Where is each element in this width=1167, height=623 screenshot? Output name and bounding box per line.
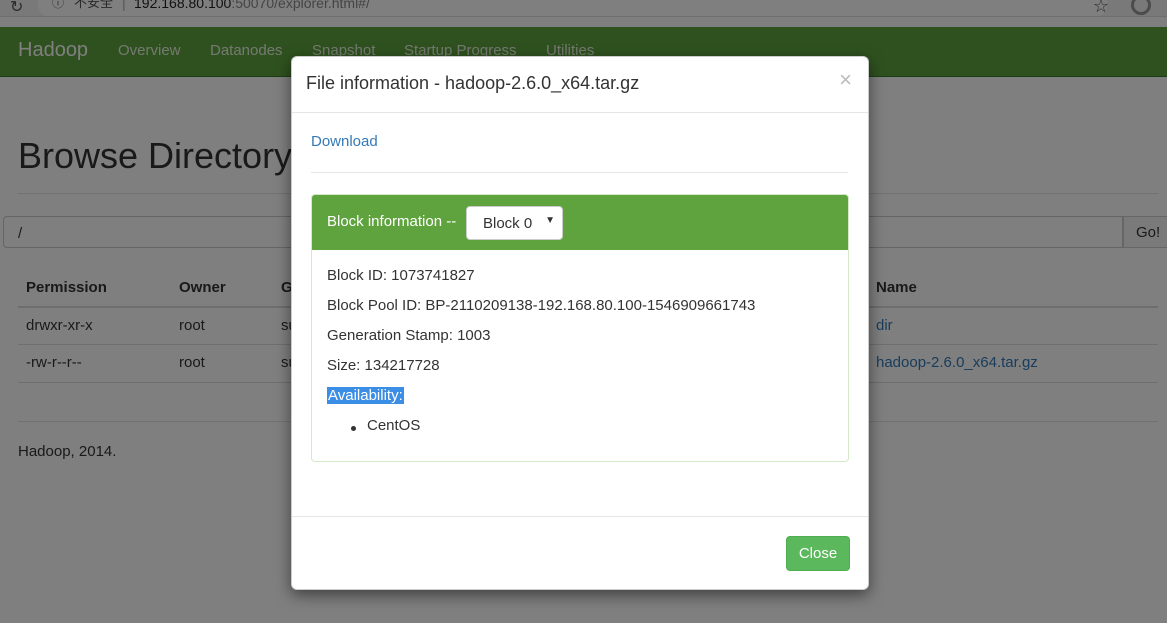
close-button[interactable]: Close — [786, 536, 850, 571]
block-info-heading: Block information -- Block 0 ▼ — [312, 195, 848, 250]
caret-down-icon: ▼ — [545, 215, 555, 226]
block-info-panel: Block information -- Block 0 ▼ Block ID:… — [311, 194, 849, 462]
block-pool-id: Block Pool ID: BP-2110209138-192.168.80.… — [327, 297, 756, 314]
modal-footer-divider — [292, 516, 868, 517]
block-size: Size: 134217728 — [327, 357, 440, 374]
datanode-item: CentOS — [367, 417, 421, 434]
close-icon[interactable]: × — [839, 69, 852, 91]
availability-label: Availability: — [327, 387, 404, 404]
generation-stamp: Generation Stamp: 1003 — [327, 327, 491, 344]
modal-title: File information - hadoop-2.6.0_x64.tar.… — [306, 73, 640, 93]
block-info-label: Block information -- — [327, 213, 457, 230]
block-select-value: Block 0 — [483, 215, 533, 232]
block-id: Block ID: 1073741827 — [327, 267, 475, 284]
block-select[interactable]: Block 0 ▼ — [466, 206, 563, 240]
file-info-modal: File information - hadoop-2.6.0_x64.tar.… — [291, 56, 869, 590]
modal-header: File information - hadoop-2.6.0_x64.tar.… — [292, 57, 868, 113]
download-link[interactable]: Download — [311, 133, 378, 150]
download-divider — [311, 172, 848, 173]
list-bullet — [351, 426, 356, 431]
